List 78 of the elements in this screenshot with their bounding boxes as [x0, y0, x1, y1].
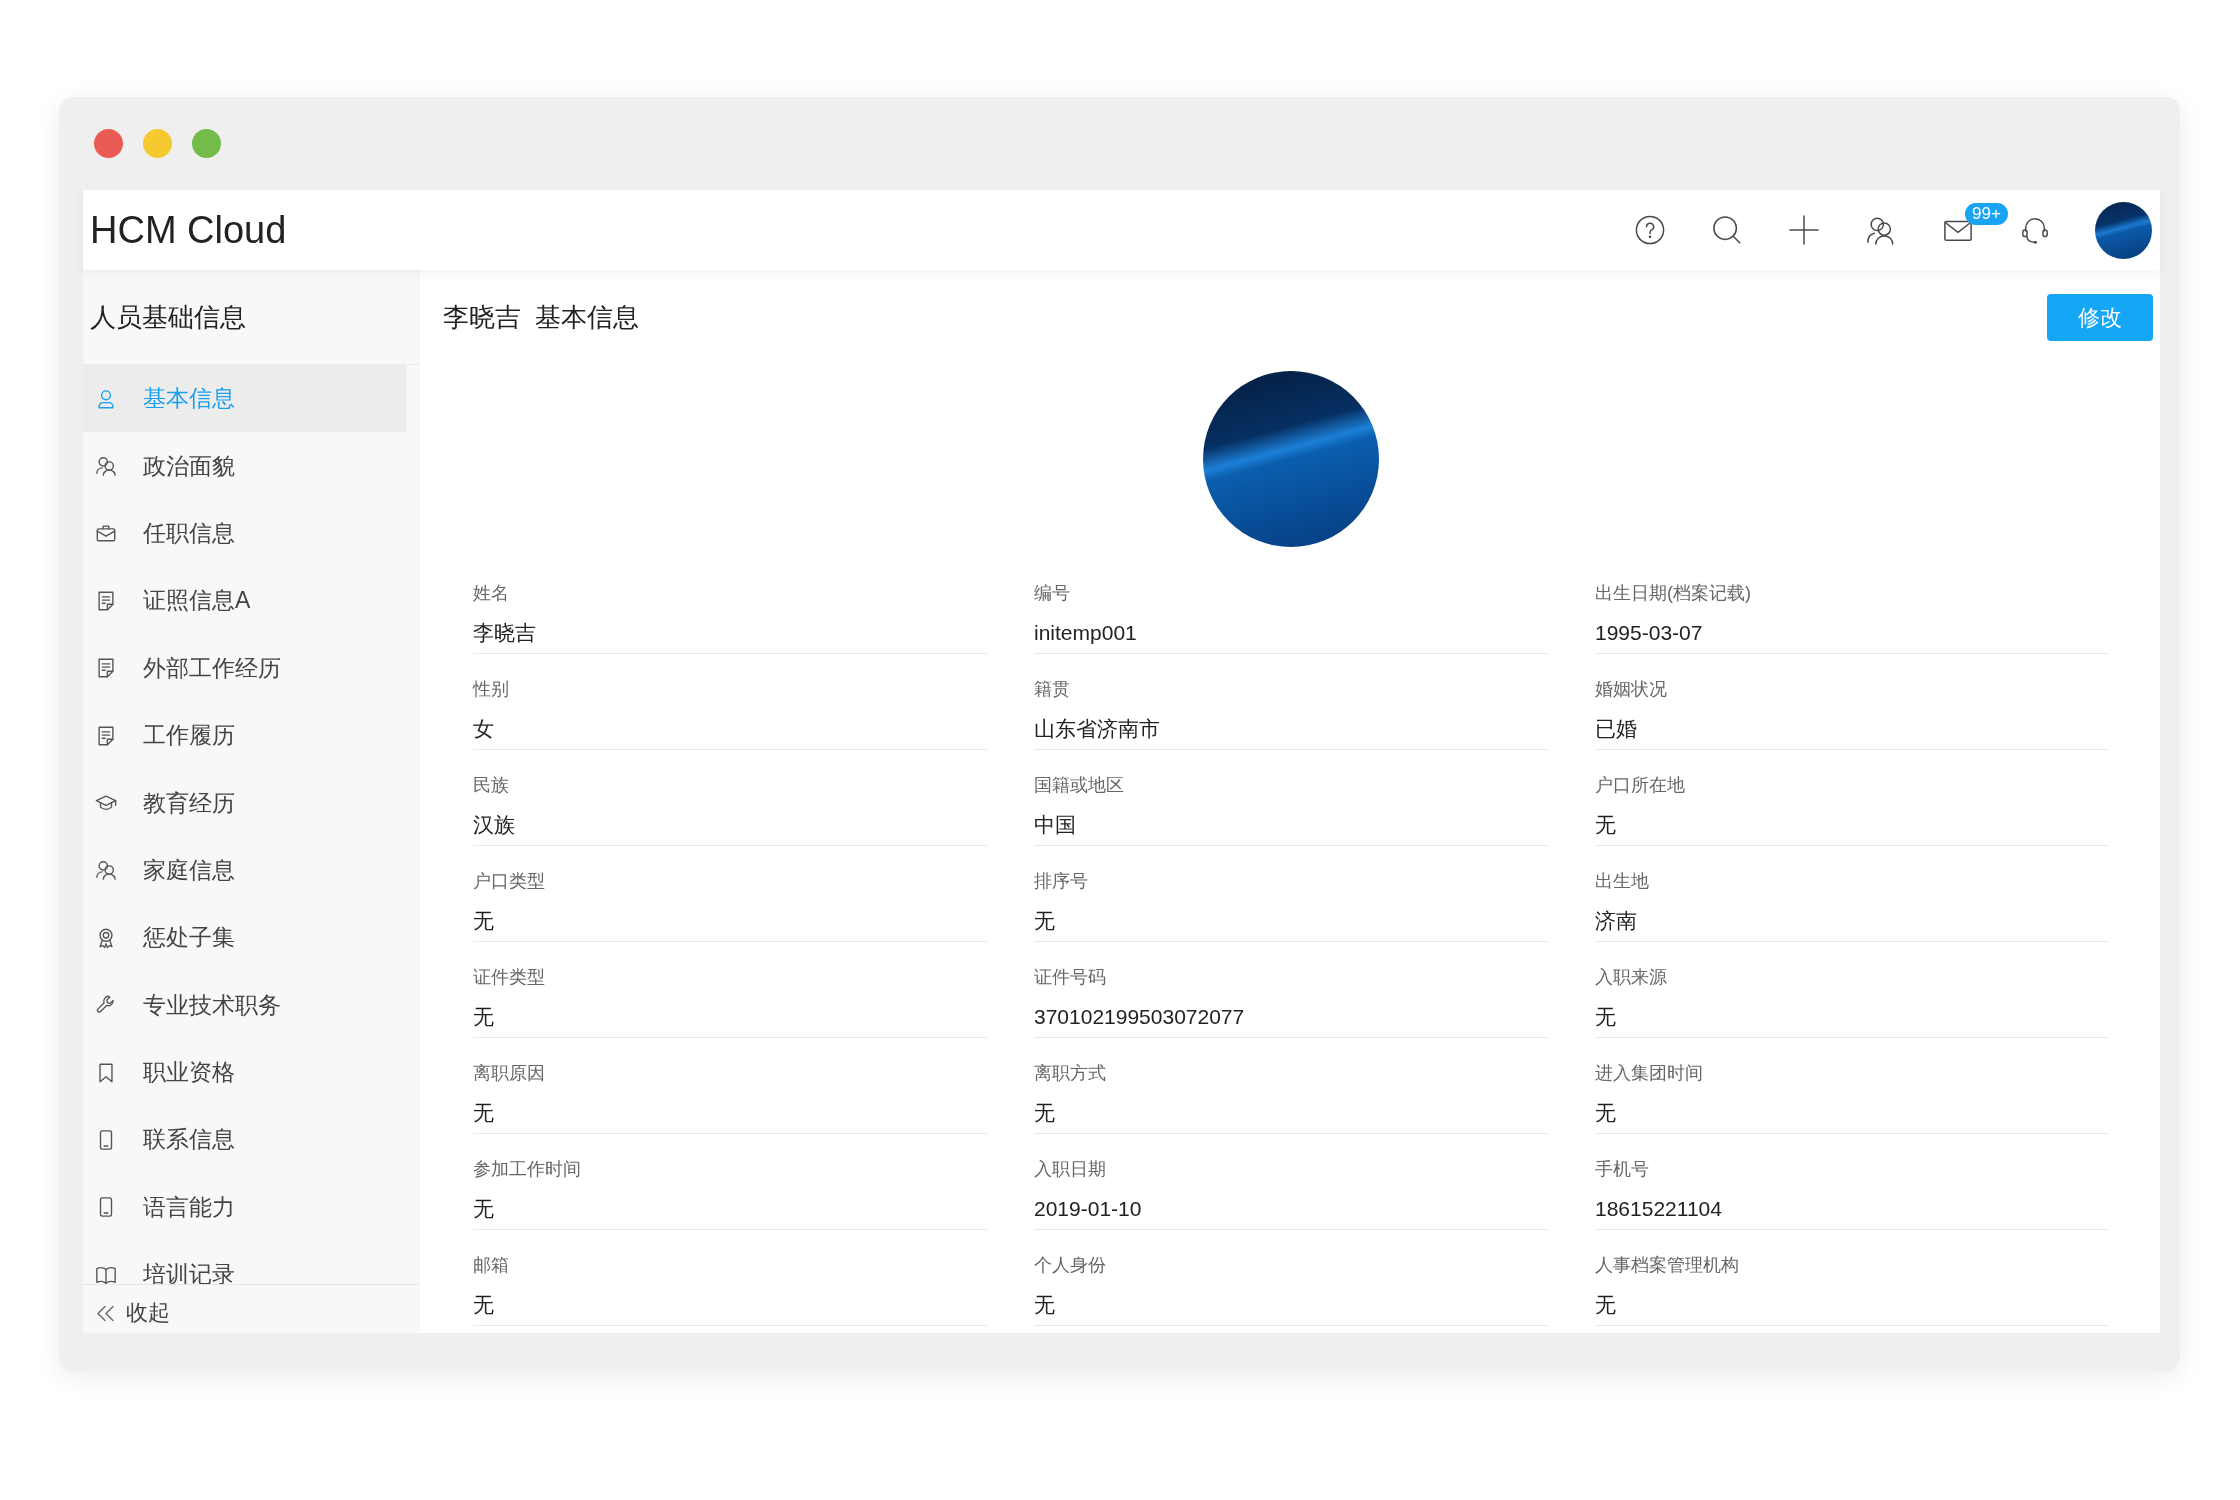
field-value: 山东省济南市 — [1034, 715, 1548, 750]
people-icon — [95, 455, 117, 478]
field-value: 无 — [473, 1099, 987, 1134]
field-label: 手机号 — [1595, 1158, 1650, 1181]
headset-icon — [2020, 215, 2050, 245]
field-label: 入职日期 — [1034, 1158, 1107, 1181]
field-value: 370102199503072077 — [1034, 1003, 1548, 1038]
field-label: 性别 — [473, 678, 510, 701]
sidebar-item[interactable]: 语言能力 — [83, 1173, 407, 1242]
field-label: 婚姻状况 — [1595, 678, 1668, 701]
field-label: 入职来源 — [1595, 966, 1668, 989]
sidebar-item[interactable]: 家庭信息 — [83, 836, 407, 905]
sidebar-item[interactable]: 教育经历 — [83, 769, 407, 837]
field-label: 邮箱 — [473, 1254, 510, 1277]
field-label: 户口类型 — [473, 870, 546, 893]
field-label: 参加工作时间 — [473, 1158, 582, 1181]
person-icon — [95, 387, 117, 410]
document-icon — [95, 657, 117, 680]
field-value: 李晓吉 — [473, 619, 987, 654]
field-value: 无 — [1034, 1291, 1548, 1326]
document-icon — [95, 589, 117, 612]
field-value: 无 — [1034, 907, 1548, 942]
field-value: 无 — [1595, 1099, 2109, 1134]
field-value: 女 — [473, 715, 987, 750]
user-avatar[interactable] — [2095, 201, 2152, 259]
sidebar-item[interactable]: 工作履历 — [83, 701, 407, 770]
field-value: 无 — [1595, 1003, 2109, 1038]
field-value: 18615221104 — [1595, 1195, 2109, 1230]
sidebar-item[interactable]: 职业资格 — [83, 1038, 407, 1107]
plus-icon — [1789, 215, 1819, 245]
document-icon — [95, 724, 117, 747]
notification-badge: 99+ — [1965, 203, 2008, 225]
sidebar-title: 人员基础信息 — [90, 300, 246, 334]
field-value: 汉族 — [473, 811, 987, 846]
search-icon — [1712, 215, 1742, 245]
field-value: 无 — [1595, 811, 2109, 846]
field-label: 编号 — [1034, 582, 1071, 605]
field-label: 户口所在地 — [1595, 774, 1686, 797]
field-label: 籍贯 — [1034, 678, 1071, 701]
field-value: 无 — [473, 907, 987, 942]
field-label: 证件类型 — [473, 966, 546, 989]
field-value: 无 — [473, 1003, 987, 1038]
field-value: initemp001 — [1034, 619, 1548, 654]
field-label: 民族 — [473, 774, 510, 797]
people-icon — [95, 859, 117, 882]
field-value: 无 — [1595, 1291, 2109, 1326]
field-value: 无 — [1034, 1099, 1548, 1134]
field-label: 个人身份 — [1034, 1254, 1107, 1277]
field-label: 国籍或地区 — [1034, 774, 1125, 797]
field-value: 中国 — [1034, 811, 1548, 846]
window-control-icon[interactable] — [94, 129, 123, 158]
double-chevron-left-icon — [97, 1304, 114, 1322]
field-label: 人事档案管理机构 — [1595, 1254, 1740, 1277]
sidebar-item[interactable]: 联系信息 — [83, 1106, 407, 1174]
field-label: 出生日期(档案记载) — [1595, 582, 1752, 605]
profile-title: 李晓吉 基本信息 — [443, 301, 640, 334]
field-label: 出生地 — [1595, 870, 1650, 893]
people-icon — [1866, 215, 1896, 245]
field-label: 排序号 — [1034, 870, 1089, 893]
field-value: 已婚 — [1595, 715, 2109, 750]
sidebar-item[interactable]: 专业技术职务 — [83, 971, 407, 1039]
field-label: 姓名 — [473, 582, 510, 605]
field-label: 进入集团时间 — [1595, 1062, 1704, 1085]
help-icon — [1635, 215, 1665, 245]
field-value: 2019-01-10 — [1034, 1195, 1548, 1230]
sidebar-item[interactable]: 惩处子集 — [83, 904, 407, 972]
field-label: 证件号码 — [1034, 966, 1107, 989]
field-label: 离职原因 — [473, 1062, 546, 1085]
field-value: 无 — [473, 1195, 987, 1230]
field-value: 1995-03-07 — [1595, 619, 2109, 654]
field-label: 离职方式 — [1034, 1062, 1107, 1085]
sidebar-item[interactable]: 外部工作经历 — [83, 634, 407, 702]
sidebar-item[interactable]: 任职信息 — [83, 499, 407, 568]
sidebar-item[interactable]: 政治面貌 — [83, 432, 407, 500]
field-value: 济南 — [1595, 907, 2109, 942]
app-title: HCM Cloud — [90, 208, 287, 252]
sidebar-item[interactable]: 证照信息A — [83, 567, 407, 635]
field-value: 无 — [473, 1291, 987, 1326]
